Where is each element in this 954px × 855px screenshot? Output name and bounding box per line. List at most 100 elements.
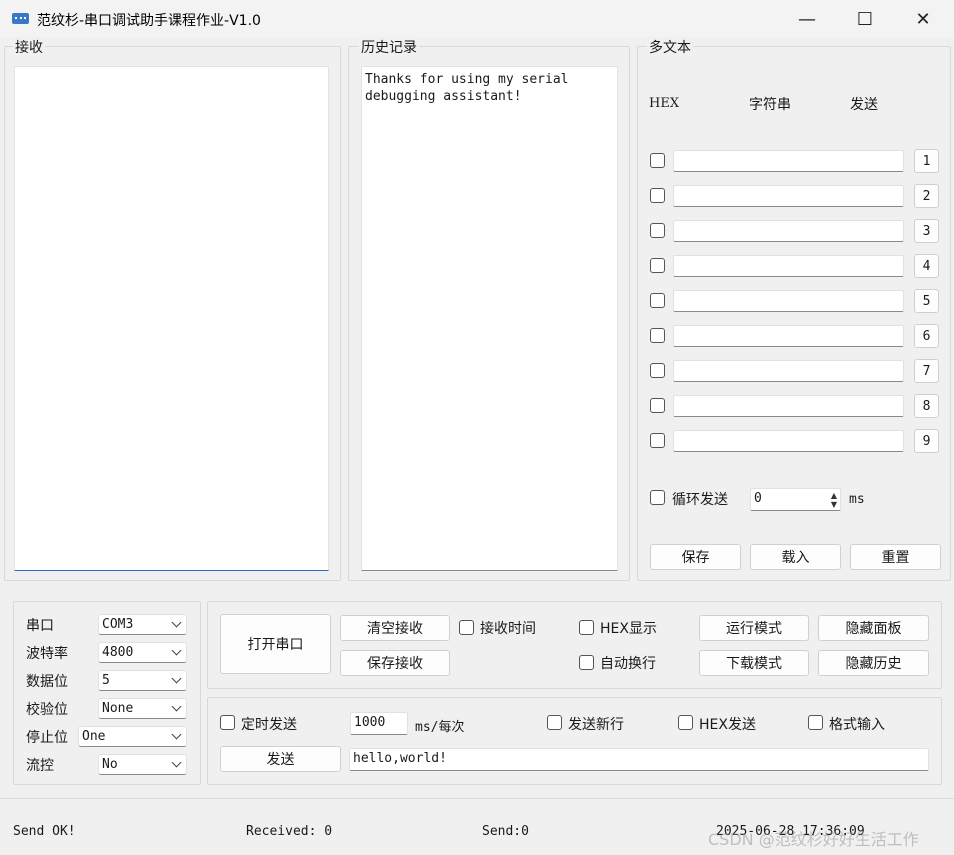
multitext-send-button-4[interactable]: 4 xyxy=(914,254,939,278)
close-button[interactable]: ✕ xyxy=(894,0,952,38)
stop-bits-select[interactable]: One xyxy=(78,726,187,747)
spin-arrows-icon[interactable]: ▲ ▼ xyxy=(831,491,837,509)
send-newline-checkbox[interactable] xyxy=(547,715,562,730)
format-input-checkbox[interactable] xyxy=(808,715,823,730)
port-label: 串口 xyxy=(26,618,54,634)
interval-unit-label: ms/每次 xyxy=(415,720,465,735)
send-button[interactable]: 发送 xyxy=(220,746,341,772)
maximize-button[interactable]: ☐ xyxy=(836,0,894,38)
send-status-text: Send OK! xyxy=(13,824,76,839)
string-column-header: 字符串 xyxy=(749,97,791,113)
timed-interval-input[interactable]: 1000 xyxy=(350,712,408,735)
hex-send-label: HEX发送 xyxy=(699,717,756,733)
status-divider xyxy=(0,798,954,799)
send-column-header: 发送 xyxy=(850,97,878,113)
save-receive-button[interactable]: 保存接收 xyxy=(340,650,450,676)
multitext-string-input-2[interactable] xyxy=(673,185,904,207)
reset-multitext-button[interactable]: 重置 xyxy=(850,544,941,570)
multitext-hex-checkbox-7[interactable] xyxy=(650,363,665,378)
flow-control-select[interactable]: No xyxy=(98,754,187,775)
hide-history-button[interactable]: 隐藏历史 xyxy=(818,650,929,676)
data-bits-select[interactable]: 5 xyxy=(98,670,187,691)
timed-send-label: 定时发送 xyxy=(241,717,297,733)
hide-panel-button[interactable]: 隐藏面板 xyxy=(818,615,929,641)
watermark-text: CSDN @范纹杉好好生活工作 xyxy=(708,830,919,849)
multitext-send-button-6[interactable]: 6 xyxy=(914,324,939,348)
receive-time-label: 接收时间 xyxy=(480,621,536,637)
multitext-string-input-5[interactable] xyxy=(673,290,904,312)
loop-interval-value: 0 xyxy=(754,491,762,506)
open-port-button[interactable]: 打开串口 xyxy=(220,614,331,674)
timed-send-checkbox[interactable] xyxy=(220,715,235,730)
history-label: 历史记录 xyxy=(359,37,419,57)
multitext-string-input-9[interactable] xyxy=(673,430,904,452)
parity-select-value: None xyxy=(102,701,134,716)
multitext-hex-checkbox-2[interactable] xyxy=(650,188,665,203)
multitext-string-input-6[interactable] xyxy=(673,325,904,347)
data-bits-label: 数据位 xyxy=(26,674,68,690)
send-newline-label: 发送新行 xyxy=(568,717,624,733)
multitext-string-input-1[interactable] xyxy=(673,150,904,172)
loop-send-checkbox[interactable] xyxy=(650,490,665,505)
auto-wrap-label: 自动换行 xyxy=(600,656,656,672)
multitext-send-button-7[interactable]: 7 xyxy=(914,359,939,383)
load-multitext-button[interactable]: 载入 xyxy=(750,544,841,570)
multitext-send-button-8[interactable]: 8 xyxy=(914,394,939,418)
received-count-text: Received: 0 xyxy=(246,824,333,839)
multitext-string-input-8[interactable] xyxy=(673,395,904,417)
multitext-hex-checkbox-5[interactable] xyxy=(650,293,665,308)
multitext-hex-checkbox-1[interactable] xyxy=(650,153,665,168)
csdn-watermark: CSDN @范纹杉好好生活工作 xyxy=(708,826,919,850)
chevron-down-icon xyxy=(171,729,182,740)
run-mode-button[interactable]: 运行模式 xyxy=(699,615,809,641)
serial-port-icon xyxy=(12,13,29,24)
port-select[interactable]: COM3 xyxy=(98,614,187,635)
multitext-string-input-3[interactable] xyxy=(673,220,904,242)
stop-bits-label: 停止位 xyxy=(26,730,68,746)
multitext-hex-checkbox-6[interactable] xyxy=(650,328,665,343)
minimize-button[interactable]: — xyxy=(778,0,836,38)
timed-interval-value: 1000 xyxy=(354,715,386,730)
send-text-input[interactable]: hello,world! xyxy=(349,748,929,771)
multitext-hex-checkbox-4[interactable] xyxy=(650,258,665,273)
save-multitext-button[interactable]: 保存 xyxy=(650,544,741,570)
multitext-send-button-1[interactable]: 1 xyxy=(914,149,939,173)
stop-bits-select-value: One xyxy=(82,729,106,744)
hex-column-header: HEX xyxy=(649,96,680,111)
history-textarea[interactable]: Thanks for using my serial debugging ass… xyxy=(361,66,618,571)
loop-interval-spinbox[interactable]: 0 ▲ ▼ xyxy=(750,488,841,511)
multitext-label: 多文本 xyxy=(647,37,693,57)
multitext-send-button-5[interactable]: 5 xyxy=(914,289,939,313)
clear-receive-button[interactable]: 清空接收 xyxy=(340,615,450,641)
multitext-string-input-4[interactable] xyxy=(673,255,904,277)
parity-select[interactable]: None xyxy=(98,698,187,719)
receive-textarea[interactable] xyxy=(14,66,329,571)
multitext-send-button-3[interactable]: 3 xyxy=(914,219,939,243)
data-bits-select-value: 5 xyxy=(102,673,110,688)
multitext-send-button-9[interactable]: 9 xyxy=(914,429,939,453)
chevron-down-icon xyxy=(171,617,182,628)
sent-count-text: Send:0 xyxy=(482,824,529,839)
format-input-label: 格式输入 xyxy=(829,717,885,733)
baud-rate-label: 波特率 xyxy=(26,646,68,662)
hex-display-label: HEX显示 xyxy=(600,621,657,637)
hex-display-checkbox[interactable] xyxy=(579,620,594,635)
chevron-down-icon xyxy=(171,701,182,712)
hex-send-checkbox[interactable] xyxy=(678,715,693,730)
multitext-hex-checkbox-8[interactable] xyxy=(650,398,665,413)
download-mode-button[interactable]: 下载模式 xyxy=(699,650,809,676)
loop-unit-label: ms xyxy=(849,492,865,507)
parity-label: 校验位 xyxy=(26,702,68,718)
multitext-send-button-2[interactable]: 2 xyxy=(914,184,939,208)
multitext-hex-checkbox-3[interactable] xyxy=(650,223,665,238)
send-text-value: hello,world! xyxy=(353,751,447,766)
port-select-value: COM3 xyxy=(102,617,134,632)
chevron-down-icon xyxy=(171,673,182,684)
multitext-string-input-7[interactable] xyxy=(673,360,904,382)
receive-time-checkbox[interactable] xyxy=(459,620,474,635)
baud-rate-select[interactable]: 4800 xyxy=(98,642,187,663)
multitext-hex-checkbox-9[interactable] xyxy=(650,433,665,448)
chevron-down-icon xyxy=(171,757,182,768)
flow-control-select-value: No xyxy=(102,757,118,772)
auto-wrap-checkbox[interactable] xyxy=(579,655,594,670)
